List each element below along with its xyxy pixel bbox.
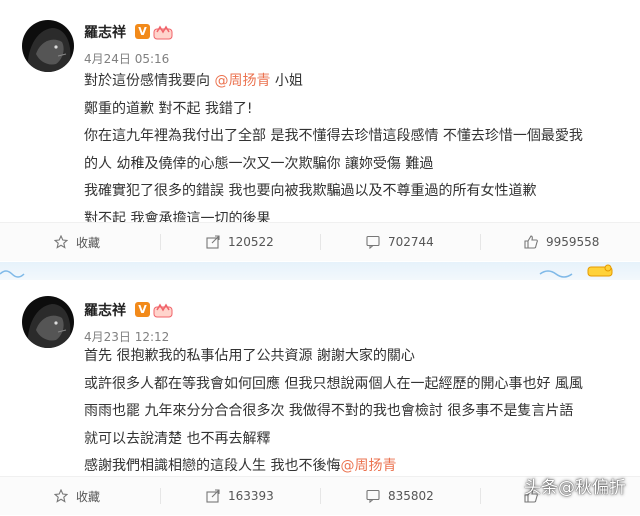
crown-icon <box>153 303 173 318</box>
like-count: 9959558 <box>546 235 600 249</box>
watermark: 头条@秋偏折 <box>524 478 626 498</box>
wave-decoration <box>0 270 573 278</box>
favorite-label: 收藏 <box>76 235 101 250</box>
avatar[interactable] <box>22 20 74 72</box>
post-line: 的人 幼稚及僥倖的心態一次又一次欺騙你 讓妳受傷 難過 <box>84 155 434 172</box>
comment-button[interactable]: 835802 <box>366 477 434 515</box>
duck-icon <box>587 264 613 277</box>
weibo-post-1: 羅志祥 V 4月24日 05:16 對於這份感情我要向 @周扬青 小姐 鄭重的道… <box>0 0 640 262</box>
verified-badge: V <box>135 24 150 39</box>
comment-icon <box>366 489 380 503</box>
post-line: 或許很多人都在等我會如何回應 但我只想說兩個人在一起經歷的開心事也好 風風 <box>84 375 583 392</box>
star-icon <box>54 235 68 249</box>
favorite-label: 收藏 <box>76 489 101 504</box>
avatar[interactable] <box>22 296 74 348</box>
mention-link[interactable]: @周扬青 <box>214 73 270 89</box>
post-line: 首先 很抱歉我的私事佔用了公共資源 謝謝大家的關心 <box>84 348 415 364</box>
author-name[interactable]: 羅志祥 <box>84 22 126 42</box>
verified-badge: V <box>135 302 150 317</box>
post-line: 我確實犯了很多的錯誤 我也要向被我欺騙過以及不尊重過的所有女性道歉 <box>84 183 537 199</box>
post-line: 鄭重的道歉 對不起 我錯了! <box>84 100 253 117</box>
middle-banner-strip <box>0 262 640 280</box>
favorite-button[interactable]: 收藏 <box>54 477 100 515</box>
post-line: 你在這九年裡為我付出了全部 是我不懂得去珍惜這段感情 不懂去珍惜一個最愛我 <box>84 128 583 144</box>
comment-count: 702744 <box>388 235 434 249</box>
divider <box>480 488 481 504</box>
divider <box>480 234 481 250</box>
line-text: 對於這份感情我要向 <box>84 73 210 89</box>
post-line: 雨雨也罷 九年來分分合合很多次 我做得不對的我也會檢討 很多事不是隻言片語 <box>84 403 574 419</box>
post-line: 對於這份感情我要向 @周扬青 小姐 <box>84 68 629 96</box>
divider <box>320 234 321 250</box>
comment-button[interactable]: 702744 <box>366 223 434 261</box>
post-timestamp[interactable]: 4月24日 05:16 <box>84 50 169 67</box>
divider <box>320 488 321 504</box>
thumbs-up-icon <box>524 235 538 249</box>
repost-count: 120522 <box>228 235 274 249</box>
post-action-bar: 收藏 120522 702744 9959558 <box>0 222 640 261</box>
crown-icon <box>153 25 173 40</box>
repost-icon <box>206 235 220 249</box>
divider <box>160 234 161 250</box>
author-name[interactable]: 羅志祥 <box>84 300 126 320</box>
post-text: 對於這份感情我要向 @周扬青 小姐 鄭重的道歉 對不起 我錯了! 你在這九年裡為… <box>84 68 629 233</box>
comment-count: 835802 <box>388 489 434 503</box>
post-text: 首先 很抱歉我的私事佔用了公共資源 謝謝大家的關心 或許很多人都在等我會如何回應… <box>84 343 629 481</box>
repost-icon <box>206 489 220 503</box>
favorite-button[interactable]: 收藏 <box>54 223 100 261</box>
like-button[interactable]: 9959558 <box>524 223 599 261</box>
line-text: 感謝我們相識相戀的這段人生 我也不後悔 <box>84 458 341 474</box>
comment-icon <box>366 235 380 249</box>
lion-avatar <box>27 28 71 72</box>
line-text: 小姐 <box>270 73 303 89</box>
star-icon <box>54 489 68 503</box>
repost-button[interactable]: 163393 <box>206 477 274 515</box>
divider <box>160 488 161 504</box>
repost-button[interactable]: 120522 <box>206 223 274 261</box>
mention-link[interactable]: @周扬青 <box>340 458 396 474</box>
repost-count: 163393 <box>228 489 274 503</box>
post-line: 就可以去說清楚 也不再去解釋 <box>84 430 271 447</box>
lion-avatar <box>27 304 71 348</box>
